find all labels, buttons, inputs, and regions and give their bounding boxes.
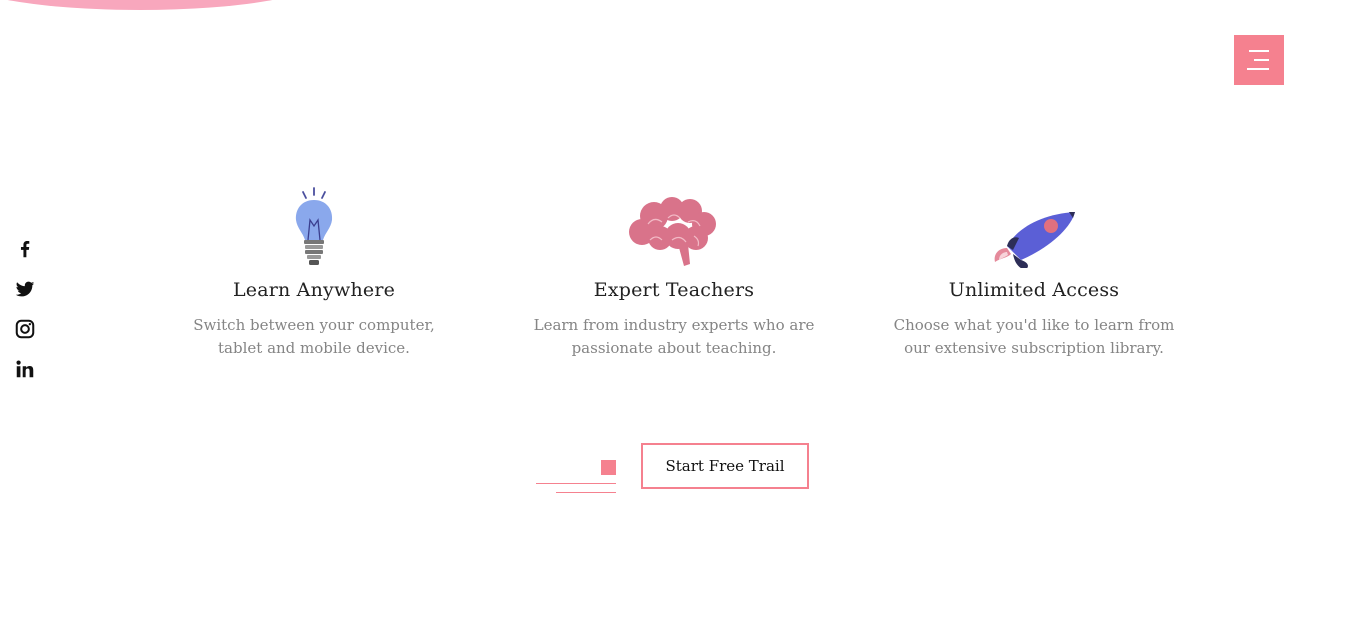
feature-title: Expert Teachers xyxy=(593,279,755,301)
feature-title: Unlimited Access xyxy=(948,279,1120,301)
rocket-icon xyxy=(874,180,1194,268)
social-links xyxy=(14,238,38,398)
linkedin-icon[interactable] xyxy=(14,358,36,380)
feature-description: Switch between your computer, tablet and… xyxy=(193,316,435,357)
instagram-icon[interactable] xyxy=(14,318,36,340)
menu-line xyxy=(1249,50,1269,52)
hamburger-menu-button[interactable] xyxy=(1234,35,1284,85)
brain-icon xyxy=(514,180,834,268)
feature-learn-anywhere: Learn Anywhere Switch between your compu… xyxy=(154,180,474,360)
facebook-icon[interactable] xyxy=(14,238,36,260)
menu-line xyxy=(1254,59,1269,61)
decorative-square xyxy=(601,460,616,475)
start-free-trial-button[interactable]: Start Free Trail xyxy=(641,443,809,489)
twitter-icon[interactable] xyxy=(14,278,36,300)
feature-description: Choose what you'd like to learn from our… xyxy=(893,316,1175,357)
cta-decoration xyxy=(536,460,616,494)
feature-description: Learn from industry experts who are pass… xyxy=(533,316,815,357)
decorative-blob xyxy=(0,0,320,10)
feature-expert-teachers: Expert Teachers Learn from industry expe… xyxy=(514,180,834,360)
feature-unlimited-access: Unlimited Access Choose what you'd like … xyxy=(874,180,1194,360)
decorative-line xyxy=(536,483,616,484)
lightbulb-icon xyxy=(154,180,474,268)
decorative-line xyxy=(556,492,616,493)
menu-line xyxy=(1247,68,1269,70)
feature-title: Learn Anywhere xyxy=(232,279,396,301)
